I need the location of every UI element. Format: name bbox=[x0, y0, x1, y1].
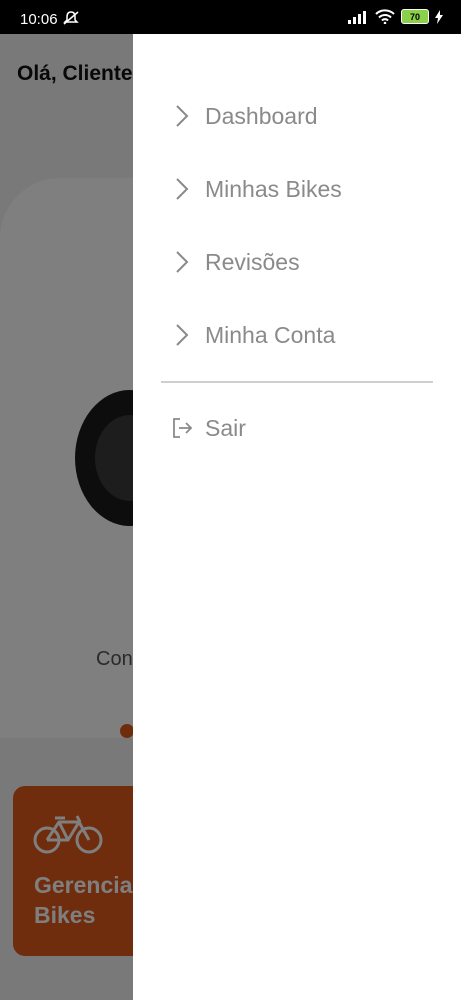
logout-icon bbox=[173, 418, 193, 438]
chevron-right-icon bbox=[176, 178, 189, 200]
mute-icon bbox=[63, 11, 79, 25]
battery-icon: 70 bbox=[401, 9, 429, 24]
menu-item-revisoes[interactable]: Revisões bbox=[173, 242, 300, 282]
navigation-drawer: Dashboard Minhas Bikes Revisões Minha Co… bbox=[133, 34, 461, 1000]
wifi-icon bbox=[375, 9, 395, 24]
menu-item-minhas-bikes[interactable]: Minhas Bikes bbox=[173, 169, 342, 209]
menu-item-label: Minhas Bikes bbox=[205, 175, 342, 202]
charging-icon bbox=[435, 9, 443, 24]
menu-item-label: Dashboard bbox=[205, 102, 318, 129]
signal-icon bbox=[348, 10, 366, 24]
status-bar: 10:06 70 bbox=[0, 0, 461, 34]
divider bbox=[161, 381, 433, 383]
status-icons: 70 bbox=[347, 9, 443, 24]
chevron-right-icon bbox=[176, 251, 189, 273]
menu-item-label: Revisões bbox=[205, 248, 300, 275]
logout-label: Sair bbox=[205, 414, 246, 441]
menu-item-minha-conta[interactable]: Minha Conta bbox=[173, 315, 335, 355]
chevron-right-icon bbox=[176, 324, 189, 346]
menu-item-dashboard[interactable]: Dashboard bbox=[173, 96, 318, 136]
logout-button[interactable]: Sair bbox=[171, 408, 246, 448]
chevron-right-icon bbox=[176, 105, 189, 127]
status-time: 10:06 bbox=[20, 11, 58, 28]
menu-item-label: Minha Conta bbox=[205, 321, 336, 348]
